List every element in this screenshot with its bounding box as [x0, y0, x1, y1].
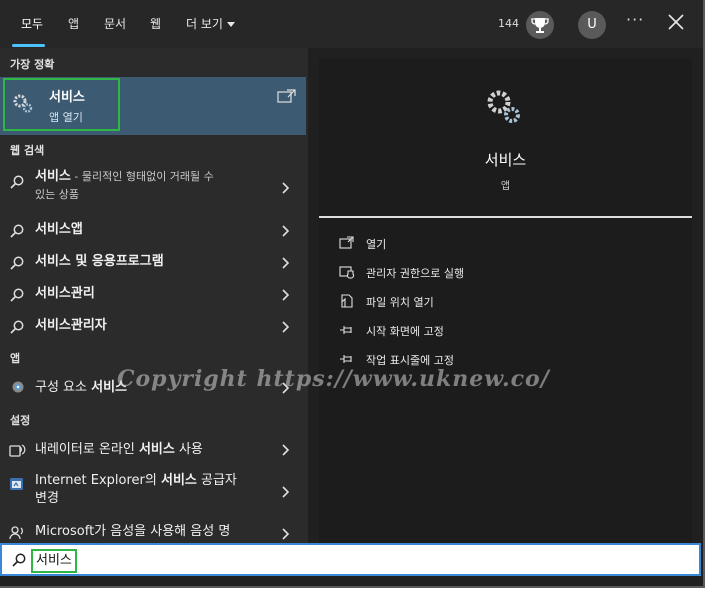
tab-more[interactable]: 더 보기 — [186, 0, 235, 48]
list-item-web-4[interactable]: 서비스관리 — [0, 282, 306, 308]
list-item-label: 서비스관리자 — [35, 318, 107, 333]
list-item-web-3[interactable]: 서비스 및 응용프로그램 — [0, 250, 306, 276]
list-item-setting-3[interactable]: Microsoft가 음성을 사용해 음성 명 — [0, 520, 306, 543]
chevron-right-icon — [282, 321, 290, 333]
preview-panel: 서비스 앱 열기 관리자 권한으로 실행 파일 위치 열기 시작 화면에 고정 … — [319, 59, 692, 543]
top-bar: 모두 앱 문서 웹 더 보기 144 U ··· — [0, 0, 703, 48]
tab-all[interactable]: 모두 — [21, 0, 43, 48]
action-label: 관리자 권한으로 실행 — [366, 267, 465, 280]
chevron-right-icon — [282, 257, 290, 269]
shield-icon — [339, 266, 355, 279]
speech-icon — [9, 526, 23, 540]
chevron-right-icon — [282, 225, 290, 237]
list-item-setting-1[interactable]: 내레이터로 온라인 서비스 사용 — [0, 436, 306, 464]
action-label: 파일 위치 열기 — [366, 296, 434, 309]
open-external-icon[interactable] — [277, 88, 297, 108]
chevron-down-icon — [226, 22, 235, 27]
list-item-setting-2[interactable]: Internet Explorer의 서비스 공급자 변경 — [0, 470, 306, 514]
section-best-match: 가장 정확 — [10, 58, 55, 71]
action-label: 작업 표시줄에 고정 — [366, 354, 454, 367]
more-options-icon[interactable]: ··· — [626, 10, 644, 29]
action-label: 시작 화면에 고정 — [366, 325, 444, 338]
list-item-label: 서비스 및 응용프로그램 — [35, 254, 164, 269]
search-icon — [10, 175, 24, 189]
chevron-right-icon — [282, 444, 290, 456]
chevron-right-icon — [282, 182, 290, 194]
narrator-icon — [9, 444, 26, 457]
tab-web[interactable]: 웹 — [150, 0, 161, 48]
search-icon — [10, 320, 24, 334]
pin-icon — [340, 355, 352, 363]
tab-more-label: 더 보기 — [186, 17, 223, 31]
list-item-label: 서비스앱 — [35, 222, 83, 237]
rewards-points: 144 — [498, 17, 519, 30]
list-item-app-1[interactable]: 구성 요소 서비스 — [0, 374, 306, 402]
search-icon — [10, 256, 24, 270]
search-input[interactable]: 서비스 — [31, 549, 77, 573]
list-item-label: Microsoft가 음성을 사용해 음성 명 — [35, 524, 231, 539]
results-panel: 가장 정확 서비스 앱 열기 웹 검색 서비스 - 물리적인 형태없이 거래될 … — [0, 48, 308, 543]
chevron-right-icon — [282, 528, 290, 540]
highlight-box — [3, 78, 120, 131]
chevron-right-icon — [282, 486, 290, 498]
chevron-right-icon — [282, 289, 290, 301]
internet-options-icon — [10, 478, 23, 490]
list-item-web-1[interactable]: 서비스 - 물리적인 형태없이 거래될 수 있는 상품 — [0, 164, 306, 210]
search-icon — [10, 288, 24, 302]
section-apps: 앱 — [10, 352, 21, 365]
section-settings: 설정 — [10, 414, 31, 427]
search-icon — [10, 224, 24, 238]
tab-documents[interactable]: 문서 — [104, 0, 126, 48]
list-item-label: 서비스관리 — [35, 286, 95, 301]
list-item-web-2[interactable]: 서비스앱 — [0, 218, 306, 244]
divider — [319, 216, 692, 218]
list-item-label: Internet Explorer의 서비스 공급자 변경 — [35, 473, 237, 506]
component-services-icon — [12, 381, 24, 393]
avatar[interactable]: U — [578, 11, 606, 39]
active-tab-indicator — [12, 44, 45, 47]
search-icon — [12, 553, 26, 567]
list-item-label: 서비스 - 물리적인 형태없이 거래될 수 있는 상품 — [35, 169, 214, 201]
preview-subtitle: 앱 — [500, 181, 511, 192]
tab-apps[interactable]: 앱 — [68, 0, 79, 48]
section-web-search: 웹 검색 — [10, 144, 45, 157]
list-item-label: 내레이터로 온라인 서비스 사용 — [35, 442, 203, 457]
trophy-icon[interactable] — [526, 11, 554, 39]
list-item-label: 구성 요소 서비스 — [35, 380, 127, 395]
search-window: 모두 앱 문서 웹 더 보기 144 U ··· 가장 정확 서비스 앱 열기 … — [0, 0, 705, 588]
chevron-right-icon — [282, 382, 290, 394]
file-location-icon — [341, 294, 353, 308]
close-icon[interactable] — [664, 10, 688, 34]
search-bar[interactable]: 서비스 — [0, 543, 701, 576]
services-gear-icon — [485, 87, 523, 129]
action-label: 열기 — [366, 238, 387, 251]
preview-title: 서비스 — [484, 151, 527, 169]
list-item-web-5[interactable]: 서비스관리자 — [0, 314, 306, 340]
open-icon — [339, 236, 354, 249]
pin-icon — [340, 326, 352, 334]
